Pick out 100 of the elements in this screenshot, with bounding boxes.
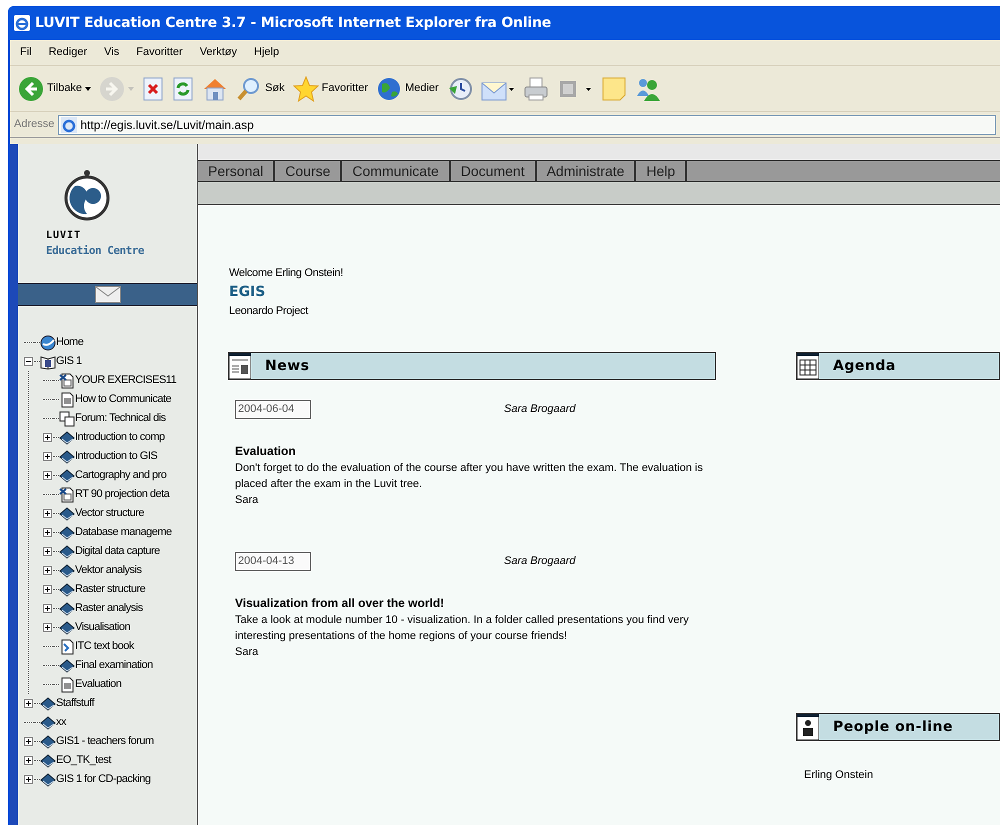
- tree-item[interactable]: GIS1 - teachers forum: [56, 733, 154, 750]
- tree-item[interactable]: Vektor analysis: [75, 562, 142, 579]
- book-icon: [59, 468, 75, 484]
- tree-item[interactable]: Introduction to comp: [75, 429, 165, 446]
- calendar-icon: [797, 353, 819, 379]
- globe-icon: [40, 334, 56, 350]
- browser-icon: [14, 15, 30, 31]
- expand-icon[interactable]: [43, 604, 52, 613]
- news-title: Evaluation: [235, 442, 297, 460]
- tree-item[interactable]: Raster analysis: [75, 600, 143, 617]
- dropdown-icon[interactable]: [85, 86, 92, 90]
- tree-item[interactable]: RT 90 projection deta: [75, 486, 170, 503]
- date-label: 2004-04-13: [235, 552, 311, 570]
- tree-item[interactable]: Evaluation: [75, 676, 122, 693]
- file-icon: [59, 638, 75, 654]
- book-icon: [59, 506, 75, 522]
- book-icon: [59, 562, 75, 578]
- expand-icon[interactable]: [43, 433, 52, 442]
- book-icon: [59, 600, 75, 616]
- book-icon: [59, 524, 75, 540]
- book-icon: [59, 658, 75, 674]
- menu-item[interactable]: Verktøy: [200, 44, 237, 61]
- history-icon[interactable]: [446, 76, 473, 102]
- tree-item[interactable]: Staffstuff: [56, 695, 94, 712]
- printer-icon[interactable]: [522, 76, 549, 102]
- expand-icon[interactable]: [43, 509, 52, 518]
- refresh-icon[interactable]: [172, 76, 194, 100]
- expand-icon[interactable]: [24, 775, 33, 784]
- tree-item[interactable]: EO_TK_test: [56, 752, 111, 769]
- expand-icon[interactable]: [43, 623, 52, 632]
- course-subtitle: Leonardo Project: [229, 304, 310, 318]
- welcome-text: Welcome Erling Onstein!: [229, 266, 344, 281]
- logo-icon: [63, 168, 111, 222]
- toolbar-label[interactable]: Søk: [265, 80, 285, 97]
- expand-icon[interactable]: [24, 756, 33, 765]
- tree-item[interactable]: Cartography and pro: [75, 467, 166, 484]
- tree-item[interactable]: xx: [56, 714, 66, 731]
- author-name: Sara Brogaard: [504, 554, 576, 569]
- menu-item[interactable]: Rediger: [48, 44, 88, 61]
- document-icon: [59, 676, 75, 692]
- logo-name: LUVIT: [46, 229, 82, 243]
- toolbar-label[interactable]: Favoritter: [322, 80, 368, 97]
- collapse-icon[interactable]: [24, 357, 33, 366]
- expand-icon[interactable]: [43, 547, 52, 556]
- tree-item[interactable]: Vector structure: [75, 505, 144, 522]
- tree-item[interactable]: Final examination: [75, 657, 153, 674]
- document-icon: [59, 392, 75, 408]
- date-label: 2004-06-04: [235, 400, 311, 418]
- tree-item[interactable]: How to Communicate: [75, 391, 172, 408]
- tree-item[interactable]: YOUR EXERCISES11: [75, 372, 176, 389]
- toolbar-label[interactable]: Tilbake: [47, 80, 82, 97]
- expand-icon[interactable]: [43, 452, 52, 461]
- tree-item[interactable]: GIS 1 for CD-packing: [56, 771, 151, 788]
- expand-icon[interactable]: [43, 585, 52, 594]
- menu-item[interactable]: Hjelp: [254, 44, 280, 61]
- book-icon: [40, 752, 56, 768]
- star-icon[interactable]: [292, 76, 319, 102]
- logo-subtitle: Education Centre: [46, 243, 144, 259]
- tree-item[interactable]: Raster structure: [75, 581, 146, 598]
- book-icon: [40, 734, 56, 750]
- sheet-icon: [59, 372, 75, 388]
- menu-item[interactable]: Fil: [20, 44, 32, 61]
- book-icon: [40, 772, 56, 788]
- expand-icon[interactable]: [43, 471, 52, 480]
- nav-tab[interactable]: Administrate: [536, 161, 636, 181]
- book-icon: [59, 620, 75, 636]
- section-title: People on-line: [833, 718, 954, 736]
- person-icon: [797, 714, 819, 740]
- tree-item[interactable]: Introduction to GIS: [75, 448, 158, 465]
- section-title: Agenda: [833, 356, 896, 376]
- address-field[interactable]: http://egis.luvit.se/Luvit/main.asp: [58, 114, 996, 134]
- stop-icon[interactable]: [142, 76, 164, 100]
- book-icon: [59, 582, 75, 598]
- page-icon: [61, 116, 78, 132]
- sheet-icon: [59, 486, 75, 502]
- tree-item[interactable]: ITC text book: [75, 638, 134, 655]
- book-icon: [59, 544, 75, 560]
- section-title: News: [265, 356, 310, 376]
- expand-icon[interactable]: [24, 737, 33, 746]
- tree-item[interactable]: Forum: Technical dis: [75, 410, 166, 427]
- menu-item[interactable]: Favoritter: [136, 44, 183, 61]
- menu-item[interactable]: Vis: [104, 44, 120, 61]
- tree-item[interactable]: Database manageme: [75, 524, 172, 541]
- expand-icon[interactable]: [43, 566, 52, 575]
- news-title: Visualization from all over the world!: [235, 594, 446, 612]
- expand-icon[interactable]: [43, 528, 52, 537]
- news-signature: Sara: [235, 492, 260, 508]
- globe-icon[interactable]: [376, 76, 402, 102]
- tree-item[interactable]: Digital data capture: [75, 543, 160, 560]
- tree-item[interactable]: Home: [56, 334, 84, 351]
- tree-item[interactable]: Visualisation: [75, 619, 130, 636]
- window-title: LUVIT Education Centre 3.7 - Microsoft Internet Explorer fra Online: [35, 14, 552, 32]
- open-book-icon: [40, 354, 56, 370]
- book-icon: [40, 696, 56, 712]
- expand-icon[interactable]: [24, 699, 33, 708]
- book-icon: [40, 714, 56, 730]
- toolbar-label[interactable]: Medier: [405, 80, 439, 97]
- envelope-icon[interactable]: [94, 286, 120, 303]
- tree-item[interactable]: GIS 1: [56, 353, 82, 370]
- online-person: Erling Onstein: [804, 768, 874, 783]
